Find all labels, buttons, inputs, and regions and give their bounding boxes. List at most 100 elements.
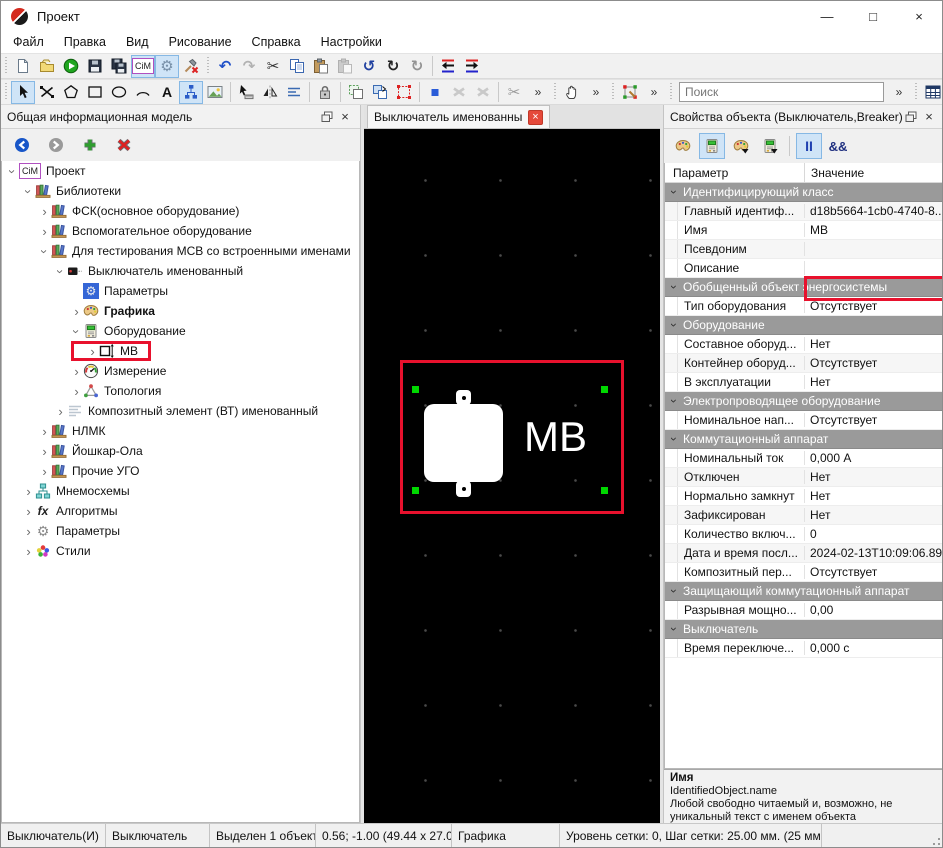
property-row[interactable]: Главный идентиф...d18b5664-1cb0-4740-8..… (665, 202, 943, 221)
tree-item[interactable]: ›НЛМК (2, 421, 359, 441)
cut-button[interactable]: ✂ (502, 81, 526, 104)
tree-item[interactable]: ›Прочие УГО (2, 461, 359, 481)
add-button[interactable] (79, 134, 101, 156)
tree-item[interactable]: ›fxАлгоритмы (2, 501, 359, 521)
text-a-button[interactable]: A (155, 81, 179, 104)
property-group-header[interactable]: ›Идентифицирующий класс (665, 183, 943, 202)
meter-down-button[interactable] (757, 133, 783, 159)
chevron-down-icon[interactable]: › (21, 185, 36, 198)
property-value[interactable]: Нет (805, 337, 943, 351)
vertex-edit-button[interactable] (618, 81, 642, 104)
tree-item[interactable]: ⚙Параметры (2, 281, 359, 301)
property-row[interactable]: ОтключенНет (665, 468, 943, 487)
chevron-down-icon[interactable]: › (667, 278, 681, 296)
property-row[interactable]: ИмяМВ (665, 221, 943, 240)
chevron-down-icon[interactable]: › (667, 316, 681, 334)
image-button[interactable] (203, 81, 227, 104)
tree-item[interactable]: ›Измерение (2, 361, 359, 381)
close-button[interactable]: × (896, 1, 942, 31)
property-value[interactable]: 0 (805, 527, 943, 541)
chevron-down-icon[interactable]: › (69, 325, 84, 338)
tab-close-icon[interactable]: × (528, 110, 543, 125)
chevron-right-icon[interactable]: › (38, 224, 51, 239)
panel-close-icon[interactable]: × (336, 108, 354, 126)
polygon-button[interactable] (59, 81, 83, 104)
property-value[interactable]: 0,000 А (805, 451, 943, 465)
property-group-header[interactable]: ›Коммутационный аппарат (665, 430, 943, 449)
minimize-button[interactable]: — (804, 1, 850, 31)
tree-item[interactable]: ›Библиотеки (2, 181, 359, 201)
chevron-right-icon[interactable]: › (22, 524, 35, 539)
chevron-right-icon[interactable]: › (54, 404, 67, 419)
property-group-header[interactable]: ›Оборудование (665, 316, 943, 335)
property-group-header[interactable]: ›Электропроводящее оборудование (665, 392, 943, 411)
breaker-terminal-bottom[interactable] (456, 481, 471, 497)
property-value[interactable]: 0,000 с (805, 641, 943, 655)
x-gray-button[interactable] (447, 81, 471, 104)
copy-button[interactable] (285, 55, 309, 78)
property-row[interactable]: Количество включ...0 (665, 525, 943, 544)
folder-button[interactable] (35, 55, 59, 78)
tree-item[interactable]: ›Для тестирования МСВ со встроенными име… (2, 241, 359, 261)
nav-back-button[interactable] (11, 134, 33, 156)
chevron-down-icon[interactable]: › (53, 265, 68, 278)
property-row[interactable]: Время переключе...0,000 с (665, 639, 943, 658)
tree-item[interactable]: ›Вспомогательное оборудование (2, 221, 359, 241)
more-button[interactable]: » (584, 81, 608, 104)
menu-item-0[interactable]: Файл (3, 35, 54, 49)
ellipse-button[interactable] (107, 81, 131, 104)
property-row[interactable]: Составное оборуд...Нет (665, 335, 943, 354)
rotate-right-button[interactable]: ↻ (405, 55, 429, 78)
mirror-button[interactable] (258, 81, 282, 104)
chevron-right-icon[interactable]: › (38, 464, 51, 479)
paste-button[interactable] (309, 55, 333, 78)
panel-close-icon[interactable]: × (920, 108, 938, 126)
tree-item[interactable]: ›Графика (2, 301, 359, 321)
more-button[interactable]: » (526, 81, 550, 104)
tree-item[interactable]: ›Выключатель именованный (2, 261, 359, 281)
chevron-right-icon[interactable]: › (22, 484, 35, 499)
chevron-right-icon[interactable]: › (38, 424, 51, 439)
nodes-button[interactable] (179, 81, 203, 104)
property-value[interactable]: Отсутствует (805, 565, 943, 579)
property-row[interactable]: Описание (665, 259, 943, 278)
property-value[interactable]: 2024-02-13T10:09:06.896 (805, 546, 943, 560)
property-row[interactable]: В эксплуатацииНет (665, 373, 943, 392)
property-value[interactable]: 0,00 (805, 603, 943, 617)
property-value[interactable]: Нет (805, 470, 943, 484)
property-row[interactable]: Номинальное нап...Отсутствует (665, 411, 943, 430)
property-row[interactable]: Псевдоним (665, 240, 943, 259)
select-button[interactable] (11, 81, 35, 104)
rotate-left-button[interactable]: ↺ (357, 55, 381, 78)
search-input[interactable] (679, 82, 884, 102)
tree-item[interactable]: ›Оборудование (2, 321, 359, 341)
paste-button[interactable] (333, 55, 357, 78)
tree-item[interactable]: ›МВ (2, 341, 359, 361)
maximize-button[interactable]: □ (850, 1, 896, 31)
chevron-right-icon[interactable]: › (38, 204, 51, 219)
property-value[interactable]: Отсутствует (805, 356, 943, 370)
undo-button[interactable]: ↶ (213, 55, 237, 78)
tree-item[interactable]: ›Стили (2, 541, 359, 561)
undock-icon[interactable] (902, 108, 920, 126)
chevron-down-icon[interactable]: › (667, 430, 681, 448)
model-tree[interactable]: ›CiMПроект›Библиотеки›ФСК(основное обору… (1, 161, 360, 823)
arc-button[interactable] (131, 81, 155, 104)
tree-item[interactable]: ›⚙Параметры (2, 521, 359, 541)
property-value[interactable]: d18b5664-1cb0-4740-8... (805, 204, 943, 218)
tree-item[interactable]: ›Топология (2, 381, 359, 401)
undock-icon[interactable] (318, 108, 336, 126)
and-and-button[interactable]: && (825, 133, 851, 159)
property-row[interactable]: Тип оборудованияОтсутствует (665, 297, 943, 316)
align-button[interactable] (282, 81, 306, 104)
tree-item[interactable]: ›CiMПроект (2, 161, 359, 181)
property-row[interactable]: Разрывная мощно...0,00 (665, 601, 943, 620)
property-value[interactable]: Нет (805, 508, 943, 522)
menu-item-2[interactable]: Вид (116, 35, 159, 49)
property-value[interactable]: Отсутствует (805, 413, 943, 427)
copy-shape-button[interactable] (344, 81, 368, 104)
rectangle-button[interactable] (83, 81, 107, 104)
chevron-down-icon[interactable]: › (667, 183, 681, 201)
more-button[interactable]: » (887, 81, 911, 104)
gear-button[interactable]: ⚙ (155, 55, 179, 78)
